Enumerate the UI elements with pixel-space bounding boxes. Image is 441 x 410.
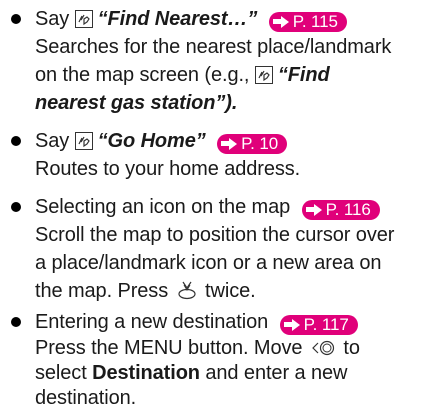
voice-command-text: “Find Nearest…”: [97, 8, 258, 30]
page-reference-label: P. 10: [241, 133, 279, 153]
item-body-line: Searches for the nearest place/landmark: [35, 36, 392, 58]
page-reference-label: P. 117: [303, 314, 349, 334]
item-body-line: destination.: [35, 387, 137, 409]
page-reference-link[interactable]: P. 10: [217, 133, 288, 154]
example-command-text: “Find: [277, 64, 330, 86]
page-reference-link[interactable]: P. 115: [268, 11, 347, 32]
item-body-text: Press the MENU button. Move: [35, 337, 303, 359]
item-body-line: a place/landmark icon or a new area on: [35, 252, 382, 274]
item-body-line: Scroll the map to position the cursor ov…: [35, 224, 395, 246]
item-title: Entering a new destination: [35, 311, 269, 333]
item-body-text: select: [35, 362, 87, 384]
item-body-text: and enter a new: [205, 362, 348, 384]
interface-dial-move-icon: [310, 339, 336, 363]
instruction-list: Say “Find Nearest…” P. 115 Searches for …: [0, 0, 441, 410]
bullet: [11, 14, 21, 24]
voice-command-icon: [254, 66, 273, 84]
bullet: [11, 202, 21, 212]
say-label: Say: [35, 8, 70, 30]
voice-command-text: “Go Home”: [97, 130, 206, 152]
page-reference-link[interactable]: P. 116: [301, 199, 380, 220]
page-reference-arrow-icon: [272, 19, 281, 24]
item-title: Selecting an icon on the map: [35, 196, 291, 218]
bullet: [11, 136, 21, 146]
page-reference-arrow-icon: [221, 141, 230, 146]
bullet: [11, 317, 21, 327]
page-reference-label: P. 115: [292, 11, 338, 31]
interface-dial-press-icon: [176, 280, 198, 306]
voice-command-icon: [74, 132, 93, 150]
page-reference-link[interactable]: P. 117: [279, 314, 358, 335]
voice-command-icon: [74, 10, 93, 28]
item-body-line: nearest gas station”).: [35, 92, 238, 114]
item-body-text: to: [343, 337, 360, 359]
page-reference-label: P. 116: [325, 199, 371, 219]
item-body-line: Routes to your home address.: [35, 158, 301, 180]
page-reference-arrow-icon: [305, 207, 314, 212]
item-body-text: twice.: [205, 280, 256, 302]
item-body-text: the map. Press: [35, 280, 169, 302]
item-body-text: on the map screen (e.g.,: [35, 64, 250, 86]
destination-label: Destination: [92, 362, 200, 384]
say-label: Say: [35, 130, 70, 152]
page-reference-arrow-icon: [283, 322, 292, 327]
